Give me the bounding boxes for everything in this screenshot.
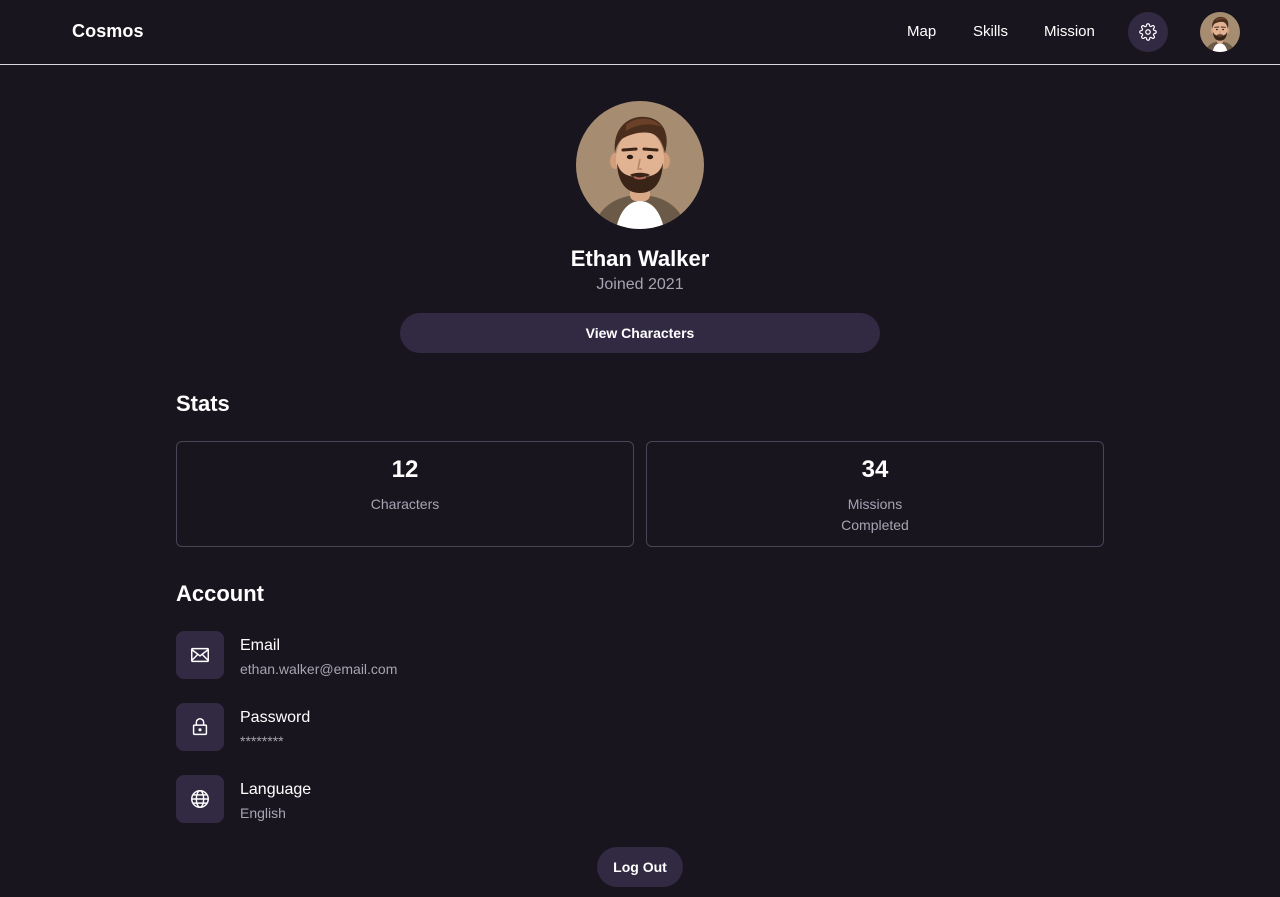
view-characters-button[interactable]: View Characters xyxy=(400,313,880,353)
account-item-label: Password xyxy=(240,709,311,726)
profile-avatar xyxy=(576,101,704,229)
settings-button[interactable] xyxy=(1128,12,1168,52)
mail-icon xyxy=(176,631,224,679)
lock-icon xyxy=(176,703,224,751)
stat-value: 34 xyxy=(861,456,889,483)
user-avatar-button[interactable] xyxy=(1200,12,1240,52)
account-item-value: ******** xyxy=(240,733,284,749)
nav-link-skills[interactable]: Skills xyxy=(973,23,1008,40)
account-heading: Account xyxy=(176,581,264,606)
account-item-value: English xyxy=(240,805,286,821)
avatar xyxy=(1200,12,1240,52)
gear-icon xyxy=(1139,23,1157,41)
nav-link-map[interactable]: Map xyxy=(907,23,936,40)
profile-name: Ethan Walker xyxy=(570,246,710,271)
account-item-value: ethan.walker@email.com xyxy=(240,661,398,677)
logout-button[interactable]: Log Out xyxy=(597,847,683,887)
brand-logo[interactable]: Cosmos xyxy=(72,21,144,42)
stat-value: 12 xyxy=(391,456,419,483)
account-item-password[interactable]: Password ******** xyxy=(176,703,676,751)
stat-label: Characters xyxy=(370,496,440,512)
nav-link-mission[interactable]: Mission xyxy=(1044,23,1095,40)
account-item-language[interactable]: Language English xyxy=(176,775,676,823)
profile-joined-date: Joined 2021 xyxy=(596,276,684,293)
account-item-label: Email xyxy=(240,637,281,654)
stat-card-characters: 12 Characters xyxy=(176,441,634,547)
account-item-label: Language xyxy=(240,781,312,798)
stats-heading: Stats xyxy=(176,391,230,416)
stat-label: Missions Completed xyxy=(841,496,909,533)
top-navbar: Cosmos Map Skills Mission xyxy=(0,0,1280,65)
avatar xyxy=(576,101,704,229)
stat-card-missions: 34 Missions Completed xyxy=(646,441,1104,547)
globe-icon xyxy=(176,775,224,823)
account-item-email[interactable]: Email ethan.walker@email.com xyxy=(176,631,676,679)
